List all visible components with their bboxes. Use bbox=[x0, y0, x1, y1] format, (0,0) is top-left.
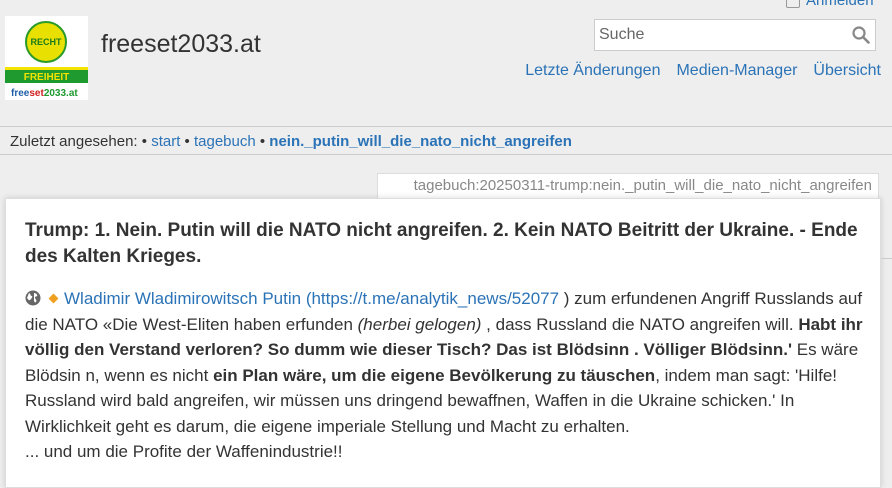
site-title[interactable]: freeset2033.at bbox=[101, 30, 261, 59]
search-box bbox=[594, 19, 876, 51]
page-content: Trump: 1. Nein. Putin will die NATO nich… bbox=[5, 198, 881, 488]
login-icon bbox=[786, 0, 800, 8]
site-toolbar: Letzte Änderungen Medien-Manager Übersic… bbox=[525, 62, 881, 80]
breadcrumb-item-tagebuch[interactable]: tagebuch bbox=[194, 133, 256, 150]
breadcrumb-item-start[interactable]: start bbox=[151, 133, 180, 150]
breadcrumb-separator: • bbox=[184, 133, 194, 150]
breadcrumb-separator: • bbox=[259, 133, 270, 150]
recent-changes-link[interactable]: Letzte Änderungen bbox=[525, 62, 660, 80]
breadcrumb-divider bbox=[0, 154, 892, 155]
right-divider bbox=[881, 258, 892, 259]
site-header: Anmelden RECHT FREIHEIT freeset2033.at f… bbox=[0, 0, 892, 127]
search-input[interactable] bbox=[595, 20, 849, 50]
page-id: tagebuch:20250311-trump:nein._putin_will… bbox=[377, 173, 879, 198]
header-divider bbox=[0, 126, 892, 127]
search-icon[interactable] bbox=[851, 25, 871, 45]
article-text: , dass Russland die NATO angreifen will. bbox=[481, 314, 799, 334]
external-link-icon bbox=[48, 293, 59, 304]
logo-circle: RECHT bbox=[25, 21, 67, 63]
globe-icon bbox=[25, 290, 41, 306]
article-text: ... und um die Profite der Waffenindustr… bbox=[25, 442, 343, 461]
login-link[interactable]: Anmelden bbox=[786, 0, 874, 9]
sitemap-link[interactable]: Übersicht bbox=[813, 62, 881, 80]
article-bold: ein Plan wäre, um die eigene Bevölkerung… bbox=[213, 365, 656, 385]
article-paragraph: Wladimir Wladimirowitsch Putin (https://… bbox=[25, 286, 863, 465]
login-label[interactable]: Anmelden bbox=[806, 0, 874, 9]
article-emphasis: (herbei gelogen) bbox=[357, 314, 482, 334]
media-manager-link[interactable]: Medien-Manager bbox=[676, 62, 797, 80]
breadcrumb-separator: • bbox=[141, 133, 152, 150]
breadcrumb: Zuletzt angesehen: • start • tagebuch • … bbox=[10, 133, 572, 150]
breadcrumb-label: Zuletzt angesehen: bbox=[10, 133, 138, 150]
site-logo[interactable]: RECHT FREIHEIT freeset2033.at bbox=[5, 16, 88, 100]
page-title: Trump: 1. Nein. Putin will die NATO nich… bbox=[25, 220, 858, 267]
breadcrumb-current[interactable]: nein._putin_will_die_nato_nicht_angreife… bbox=[269, 133, 572, 150]
logo-domain: freeset2033.at bbox=[11, 88, 78, 99]
external-link[interactable]: Wladimir Wladimirowitsch Putin (https://… bbox=[64, 289, 559, 308]
logo-bar: FREIHEIT bbox=[5, 67, 88, 83]
